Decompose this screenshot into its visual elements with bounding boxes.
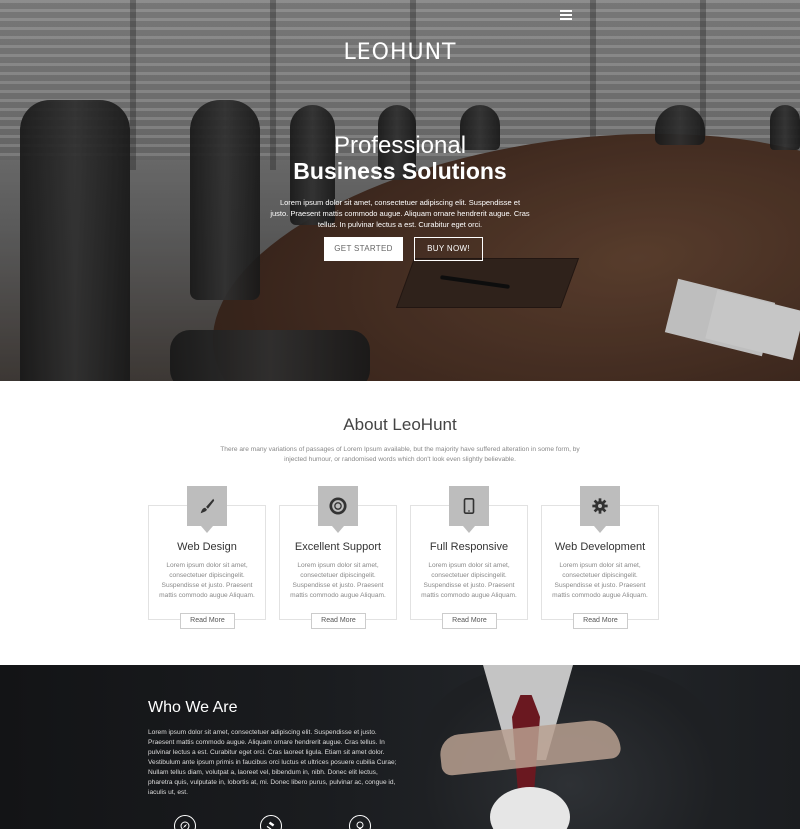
read-more-button[interactable]: Read More: [180, 613, 235, 629]
card-title: Web Design: [177, 541, 237, 553]
read-more-button[interactable]: Read More: [573, 613, 628, 629]
card-text: Lorem ipsum dolor sit amet, consectetuer…: [290, 562, 386, 599]
hero-section: LEOHUNT Professional Business Solutions …: [0, 0, 800, 381]
gear-icon: [580, 486, 620, 533]
compass-icon: [174, 815, 196, 829]
hero-text: Lorem ipsum dolor sit amet, consectetuer…: [270, 198, 530, 229]
gavel-icon: [260, 815, 282, 829]
hamburger-menu-icon[interactable]: [560, 10, 572, 20]
service-card-web-development: Web Development Lorem ipsum dolor sit am…: [541, 486, 659, 629]
card-text: Lorem ipsum dolor sit amet, consectetuer…: [421, 562, 517, 599]
site-logo[interactable]: LEOHUNT: [0, 40, 800, 65]
who-we-are-section: Who We Are Lorem ipsum dolor sit amet, c…: [0, 665, 800, 829]
lightbulb-icon: [349, 815, 371, 829]
hero-title: Business Solutions: [293, 158, 507, 184]
paint-brush-icon: [187, 486, 227, 533]
service-card-full-responsive: Full Responsive Lorem ipsum dolor sit am…: [410, 486, 528, 629]
about-text: There are many variations of passages of…: [220, 446, 580, 463]
about-title: About LeoHunt: [343, 415, 457, 434]
hero-subtitle: Professional: [333, 132, 467, 159]
card-title: Web Development: [554, 541, 646, 553]
service-card-web-design: Web Design Lorem ipsum dolor sit amet, c…: [148, 486, 266, 629]
read-more-button[interactable]: Read More: [311, 613, 366, 629]
who-we-are-text: Lorem ipsum dolor sit amet, consectetuer…: [148, 729, 397, 796]
card-title: Excellent Support: [294, 541, 382, 553]
tablet-icon: [449, 486, 489, 533]
service-card-excellent-support: Excellent Support Lorem ipsum dolor sit …: [279, 486, 397, 629]
buy-now-button[interactable]: BUY NOW!: [414, 237, 483, 261]
get-started-button[interactable]: GET STARTED: [324, 237, 403, 261]
who-we-are-title: Who We Are: [148, 699, 238, 716]
card-text: Lorem ipsum dolor sit amet, consectetuer…: [159, 562, 255, 599]
card-title: Full Responsive: [429, 541, 509, 553]
life-ring-icon: [318, 486, 358, 533]
card-text: Lorem ipsum dolor sit amet, consectetuer…: [552, 562, 648, 599]
read-more-button[interactable]: Read More: [442, 613, 497, 629]
